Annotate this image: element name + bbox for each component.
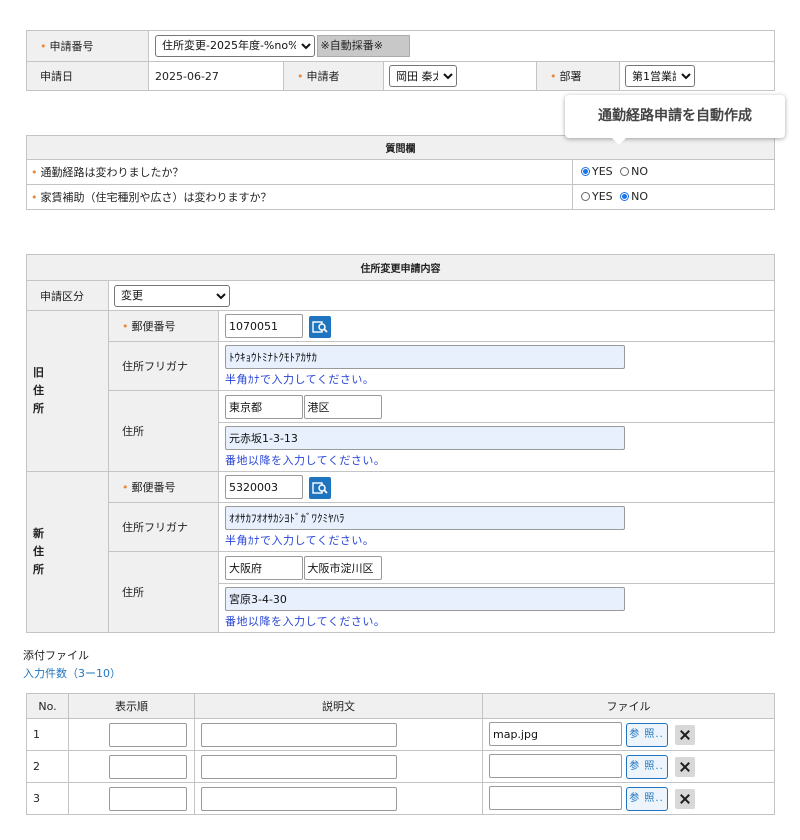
- attachments-title: 添付ファイル: [23, 649, 89, 662]
- new-zip-label: • 郵便番号: [108, 471, 219, 503]
- browse-button[interactable]: 参 照..: [625, 754, 668, 779]
- description-input[interactable]: [201, 786, 397, 811]
- delete-file-icon[interactable]: [675, 756, 695, 777]
- applicant-select[interactable]: 岡田 秦太: [389, 65, 457, 87]
- new-kana-help: 半角ｶﾅで入力してください。: [225, 534, 375, 547]
- dept-select[interactable]: 第1営業課: [625, 65, 695, 87]
- attachment-row: 3 参 照..: [26, 782, 775, 815]
- app-date-label: 申請日: [26, 61, 149, 91]
- old-address-section: 旧住所: [26, 310, 109, 472]
- old-city-input[interactable]: [303, 394, 382, 419]
- old-kana-help: 半角ｶﾅで入力してください。: [225, 373, 375, 386]
- col-header-order: 表示順: [68, 693, 195, 719]
- app-no-select[interactable]: 住所変更-2025年度-%no%号: [155, 34, 315, 57]
- new-address-section: 新住所: [26, 471, 109, 633]
- attachments-count-note[interactable]: 入力件数（3ー10）: [23, 665, 121, 681]
- address-change-title: 住所変更申請内容: [26, 254, 775, 281]
- file-input[interactable]: [489, 754, 622, 779]
- new-zip-input[interactable]: [225, 475, 303, 499]
- old-street-help: 番地以降を入力してください。: [225, 454, 386, 467]
- attachment-row: 1 参 照..: [26, 718, 775, 751]
- new-street-help: 番地以降を入力してください。: [225, 615, 386, 628]
- new-prefecture-input[interactable]: [225, 555, 303, 580]
- new-address-label-cell: 住所: [108, 551, 219, 633]
- row-no: 2: [26, 750, 69, 783]
- old-prefecture-input[interactable]: [225, 394, 303, 419]
- old-zip-search-icon[interactable]: [308, 315, 331, 338]
- app-date-value: 2025-06-27: [148, 61, 284, 91]
- description-input[interactable]: [201, 754, 397, 779]
- new-kana-input[interactable]: [225, 506, 625, 530]
- row-no: 1: [26, 718, 69, 751]
- row-no: 3: [26, 782, 69, 815]
- delete-file-icon[interactable]: [675, 724, 695, 745]
- question-1-no-radio[interactable]: NO: [620, 165, 648, 178]
- col-header-description: 説明文: [194, 693, 483, 719]
- order-input[interactable]: [109, 754, 187, 779]
- col-header-no: No.: [26, 693, 69, 719]
- questions-title: 質問欄: [26, 135, 775, 160]
- attachment-row: 2 参 照..: [26, 750, 775, 783]
- old-kana-label: 住所フリガナ: [108, 341, 219, 391]
- new-street-input[interactable]: [225, 587, 625, 611]
- file-input[interactable]: [489, 722, 622, 747]
- app-no-label: • 申請番号: [26, 30, 149, 62]
- order-input[interactable]: [109, 722, 187, 747]
- old-address-label-cell: 住所: [108, 390, 219, 472]
- question-1-yes-radio[interactable]: YES: [581, 165, 613, 178]
- applicant-label: • 申請者: [283, 61, 384, 91]
- question-2-no-radio[interactable]: NO: [620, 190, 648, 203]
- category-label: 申請区分: [26, 280, 109, 311]
- old-street-input[interactable]: [225, 426, 625, 450]
- category-select[interactable]: 変更: [114, 284, 230, 307]
- new-address-label: 新住所: [33, 527, 44, 576]
- header-table: • 申請番号 住所変更-2025年度-%no%号 ※自動採番※ 申請日 2025-…: [26, 30, 776, 91]
- auto-create-tooltip: 通勤経路申請を自動作成: [565, 95, 785, 145]
- file-input[interactable]: [489, 786, 622, 811]
- attachments-table: No. 表示順 説明文 ファイル 1 参 照.. 2 参 照.. 3 参 照..: [26, 693, 775, 815]
- old-kana-input[interactable]: [225, 345, 625, 369]
- delete-file-icon[interactable]: [675, 788, 695, 809]
- new-zip-search-icon[interactable]: [308, 476, 331, 499]
- old-zip-input[interactable]: [225, 314, 303, 338]
- order-input[interactable]: [109, 786, 187, 811]
- browse-button[interactable]: 参 照..: [625, 722, 668, 747]
- browse-button[interactable]: 参 照..: [625, 786, 668, 811]
- questions-table: 質問欄 • 通勤経路は変わりましたか？ YES NO • 家賃補助（住宅種別や広さ）…: [26, 135, 775, 210]
- question-2-label: • 家賃補助（住宅種別や広さ）は変わりますか？: [26, 184, 573, 210]
- old-address-label: 旧住所: [33, 366, 44, 415]
- dept-label: • 部署: [536, 61, 620, 91]
- new-city-input[interactable]: [303, 555, 382, 580]
- col-header-file: ファイル: [482, 693, 775, 719]
- auto-number-badge: ※自動採番※: [316, 35, 410, 58]
- question-2-yes-radio[interactable]: YES: [581, 190, 613, 203]
- question-1-label: • 通勤経路は変わりましたか？: [26, 159, 573, 185]
- new-kana-label: 住所フリガナ: [108, 502, 219, 552]
- old-zip-label: • 郵便番号: [108, 310, 219, 342]
- address-change-table: 住所変更申請内容 申請区分 変更 旧住所 •郵便番号 住所フリガナ 半角ｶﾅで入…: [26, 254, 775, 633]
- description-input[interactable]: [201, 722, 397, 747]
